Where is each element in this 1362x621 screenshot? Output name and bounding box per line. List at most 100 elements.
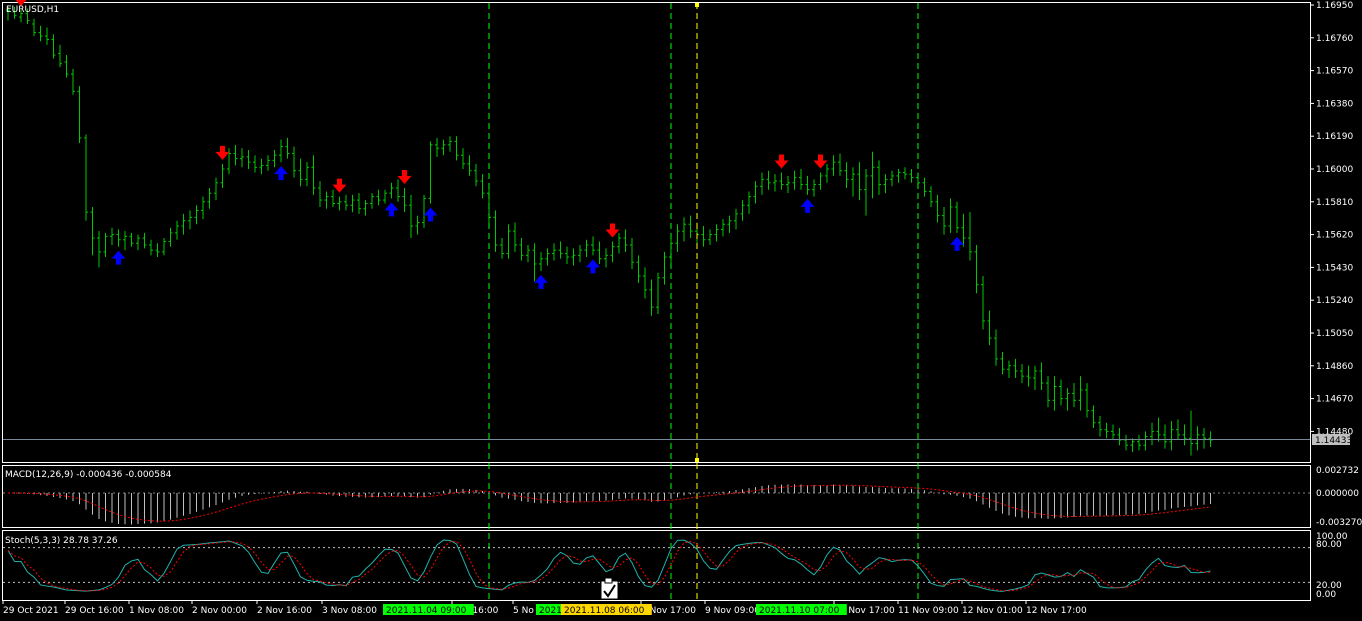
price-bar	[266, 155, 270, 171]
price-bar	[734, 208, 738, 230]
price-bar	[844, 162, 849, 188]
price-bar	[766, 170, 771, 190]
price-bar	[428, 141, 433, 204]
price-bar	[942, 206, 946, 235]
buy-arrow-icon	[586, 259, 600, 274]
price-bar	[279, 139, 283, 163]
price-bar	[220, 163, 225, 188]
price-bar	[1007, 360, 1011, 378]
price-bar	[448, 136, 452, 152]
price-bar	[51, 34, 56, 59]
trading-chart[interactable]: 0.0027320.000000-0.003270 100.0080.0020.…	[0, 0, 1362, 621]
price-bar	[1046, 376, 1050, 408]
price-bar	[409, 194, 413, 239]
time-tick-label: 12 Nov 17:00	[1026, 606, 1087, 616]
price-bar	[701, 225, 706, 247]
macd-axis-label: 0.000000	[1316, 489, 1359, 499]
price-bar	[480, 174, 485, 199]
price-bar	[747, 191, 751, 214]
price-bar	[376, 189, 381, 206]
buy-arrow-icon	[384, 202, 399, 217]
checkbox-icon[interactable]	[600, 577, 619, 600]
price-bar	[155, 243, 160, 258]
price-bar	[1052, 376, 1057, 411]
price-bar	[363, 200, 368, 216]
price-bar	[909, 169, 914, 183]
price-bar	[324, 191, 329, 209]
vertical-lines[interactable]	[488, 3, 919, 600]
price-bar	[669, 238, 673, 264]
price-bar	[292, 146, 296, 178]
price-bar	[207, 187, 212, 209]
price-bar	[636, 255, 641, 283]
buy-arrow-icon	[534, 274, 548, 289]
price-bar	[851, 167, 855, 197]
price-bar	[643, 267, 647, 299]
price-tick-label: 1.16950	[1316, 1, 1353, 11]
price-bar	[97, 231, 101, 268]
price-bar	[389, 182, 394, 199]
price-bar	[311, 155, 316, 195]
price-bar	[298, 158, 303, 187]
price-bar	[799, 169, 803, 190]
price-bar	[435, 137, 439, 157]
price-bar	[903, 167, 907, 180]
price-bar	[987, 310, 992, 346]
price-bar	[532, 243, 537, 282]
price-bar	[383, 189, 387, 204]
price-bar	[857, 162, 862, 201]
sell-arrow-icon	[332, 178, 347, 193]
time-tick-label: 5 No	[513, 606, 534, 616]
vline-handle[interactable]	[695, 3, 699, 7]
buy-arrow-icon	[111, 250, 126, 265]
price-bar	[961, 213, 966, 247]
svg-text:2021.11.10 07:00: 2021.11.10 07:00	[759, 606, 840, 616]
price-tick-label: 1.14860	[1316, 362, 1353, 372]
price-bar	[1039, 362, 1044, 390]
price-bar	[1117, 427, 1122, 446]
price-bar	[1020, 364, 1024, 384]
price-bar	[318, 181, 322, 207]
price-bar	[1085, 383, 1089, 418]
price-bar	[838, 153, 842, 176]
price-bar	[526, 244, 530, 263]
price-bar	[1078, 376, 1083, 411]
price-bar	[38, 25, 43, 42]
price-bar	[682, 217, 686, 242]
vline-handle[interactable]	[695, 458, 699, 462]
vertical-line[interactable]	[695, 3, 699, 600]
price-bar	[136, 234, 140, 251]
price-bar	[116, 229, 121, 247]
price-bar	[1124, 434, 1128, 451]
price-bar	[1091, 405, 1096, 428]
stoch-panel-frame	[2, 530, 1311, 601]
price-bar	[708, 229, 712, 245]
price-bar	[337, 196, 342, 211]
macd-axis-label: 0.002732	[1316, 466, 1359, 476]
price-tick-label: 1.14670	[1316, 395, 1353, 405]
price-bar	[454, 136, 459, 161]
price-bar	[350, 194, 355, 213]
price-bar	[974, 244, 979, 294]
price-bar	[565, 246, 569, 264]
price-bar	[1169, 421, 1174, 451]
price-bar	[1130, 438, 1135, 453]
price-bar	[812, 179, 816, 197]
main-chart-frame	[2, 2, 1311, 463]
price-bar	[168, 227, 173, 247]
price-tick-label: 1.15050	[1316, 329, 1353, 339]
price-bar	[604, 248, 608, 268]
price-bar	[883, 174, 888, 194]
price-bar	[415, 215, 420, 235]
price-bar	[64, 55, 69, 78]
price-bar	[929, 186, 933, 207]
sell-arrow-icon	[215, 145, 230, 160]
buy-arrow-icon	[423, 207, 438, 222]
price-bar	[597, 241, 602, 264]
price-bar	[630, 238, 634, 270]
price-tick-label: 1.16760	[1316, 34, 1353, 44]
price-bar	[233, 144, 238, 166]
time-tick-label: 2 Nov 16:00	[257, 606, 312, 616]
price-bar	[1098, 415, 1102, 437]
price-bar	[129, 232, 134, 247]
